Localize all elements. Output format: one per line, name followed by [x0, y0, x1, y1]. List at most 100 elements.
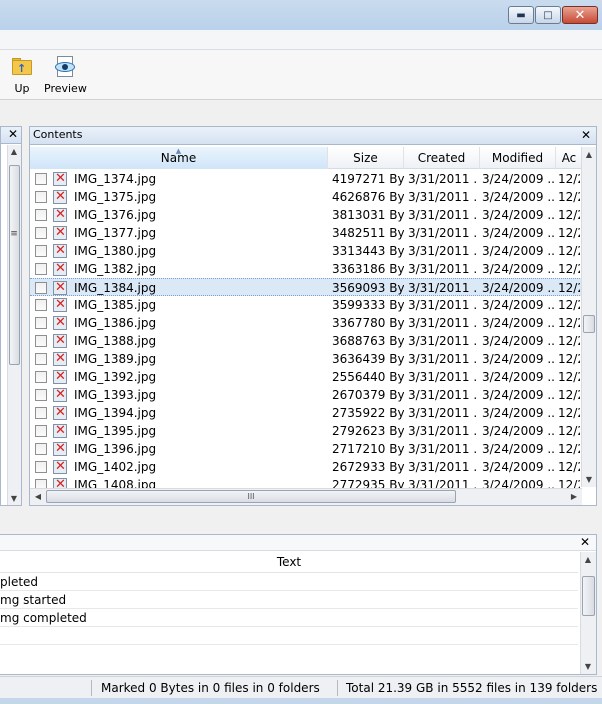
broken-image-icon	[53, 314, 67, 332]
cell-accessed: 12/2	[558, 244, 580, 258]
log-vertical-scrollbar[interactable]: ▲ ▼	[580, 552, 596, 674]
column-modified[interactable]: Modified	[480, 147, 556, 169]
scroll-down-arrow-icon[interactable]: ▼	[582, 662, 594, 671]
table-row[interactable]: IMG_1385.jpg 3599333 By... 3/31/2011 ... 3/…	[30, 296, 582, 314]
cell-size: 3313443 By...	[332, 244, 404, 258]
scroll-down-arrow-icon[interactable]: ▼	[583, 475, 595, 484]
scroll-right-arrow-icon[interactable]: ▶	[568, 492, 580, 501]
contents-hscroll-thumb[interactable]: III	[46, 490, 456, 503]
column-accessed[interactable]: Ac	[556, 147, 582, 169]
close-button[interactable]: ✕	[562, 6, 598, 24]
table-row[interactable]: IMG_1392.jpg 2556440 By... 3/31/2011 ... 3/…	[30, 368, 582, 386]
cell-name: IMG_1392.jpg	[74, 370, 157, 384]
window-bottom-border	[0, 698, 602, 704]
cell-modified: 3/24/2009 ...	[482, 442, 554, 456]
contents-horizontal-scrollbar[interactable]: ◀ III ▶	[30, 488, 582, 505]
log-column-text[interactable]: Text	[0, 551, 578, 573]
tree-scroll-thumb[interactable]	[9, 165, 20, 365]
cell-created: 3/31/2011 ...	[408, 190, 478, 204]
table-row[interactable]: IMG_1388.jpg 3688763 By... 3/31/2011 ... 3/…	[30, 332, 582, 350]
cell-size: 3569093 By...	[332, 281, 404, 295]
row-checkbox[interactable]	[35, 425, 47, 437]
scroll-up-arrow-icon[interactable]: ▲	[8, 147, 20, 156]
table-row[interactable]: IMG_1375.jpg 4626876 By... 3/31/2011 ... 3/…	[30, 188, 582, 206]
cell-modified: 3/24/2009 ...	[482, 281, 554, 295]
cell-name: IMG_1386.jpg	[74, 316, 157, 330]
scroll-down-arrow-icon[interactable]: ▼	[8, 494, 20, 503]
table-row[interactable]: IMG_1382.jpg 3363186 By... 3/31/2011 ... 3/…	[30, 260, 582, 278]
scroll-up-arrow-icon[interactable]: ▲	[582, 555, 594, 564]
log-close-icon[interactable]: ✕	[580, 535, 590, 549]
row-checkbox[interactable]	[35, 461, 47, 473]
table-row[interactable]: IMG_1384.jpg 3569093 By... 3/31/2011 ... 3/…	[30, 278, 582, 297]
minimize-button[interactable]: ▬	[508, 6, 534, 24]
preview-button[interactable]: Preview	[44, 56, 87, 95]
cell-name: IMG_1394.jpg	[74, 406, 157, 420]
row-checkbox[interactable]	[35, 173, 47, 185]
log-row[interactable]: pleted	[0, 573, 578, 591]
table-row[interactable]: IMG_1402.jpg 2672933 By... 3/31/2011 ... 3/…	[30, 458, 582, 476]
row-checkbox[interactable]	[35, 209, 47, 221]
table-row[interactable]: IMG_1376.jpg 3813031 By... 3/31/2011 ... 3/…	[30, 206, 582, 224]
cell-accessed: 12/2	[558, 460, 580, 474]
row-checkbox[interactable]	[35, 263, 47, 275]
table-row[interactable]: IMG_1393.jpg 2670379 By... 3/31/2011 ... 3/…	[30, 386, 582, 404]
window-controls: ▬ □ ✕	[508, 6, 598, 24]
row-checkbox[interactable]	[35, 191, 47, 203]
log-scroll-thumb[interactable]	[582, 576, 595, 616]
table-row[interactable]: IMG_1396.jpg 2717210 By... 3/31/2011 ... 3/…	[30, 440, 582, 458]
cell-name: IMG_1376.jpg	[74, 208, 157, 222]
table-row[interactable]: IMG_1374.jpg 4197271 By... 3/31/2011 ... 3/…	[30, 170, 582, 188]
log-row[interactable]	[0, 627, 578, 645]
log-row[interactable]: mg started	[0, 591, 578, 609]
row-checkbox[interactable]	[35, 407, 47, 419]
cell-modified: 3/24/2009 ...	[482, 226, 554, 240]
cell-size: 2717210 By...	[332, 442, 404, 456]
broken-image-icon	[53, 296, 67, 314]
cell-accessed: 12/2	[558, 262, 580, 276]
contents-scroll-thumb[interactable]	[583, 315, 595, 333]
column-created[interactable]: Created	[404, 147, 480, 169]
row-checkbox[interactable]	[35, 335, 47, 347]
cell-name: IMG_1396.jpg	[74, 442, 157, 456]
table-row[interactable]: IMG_1377.jpg 3482511 By... 3/31/2011 ... 3/…	[30, 224, 582, 242]
table-row[interactable]: IMG_1389.jpg 3636439 By... 3/31/2011 ... 3/…	[30, 350, 582, 368]
row-checkbox[interactable]	[35, 227, 47, 239]
cell-size: 3688763 By...	[332, 334, 404, 348]
column-size[interactable]: Size	[328, 147, 404, 169]
cell-created: 3/31/2011 ...	[408, 388, 478, 402]
row-checkbox[interactable]	[35, 443, 47, 455]
row-checkbox[interactable]	[35, 389, 47, 401]
row-checkbox[interactable]	[35, 282, 47, 294]
contents-close-icon[interactable]: ✕	[581, 127, 591, 143]
maximize-button[interactable]: □	[535, 6, 561, 24]
row-checkbox[interactable]	[35, 353, 47, 365]
cell-created: 3/31/2011 ...	[408, 406, 478, 420]
scroll-left-arrow-icon[interactable]: ◀	[32, 492, 44, 501]
row-checkbox[interactable]	[35, 245, 47, 257]
status-separator	[337, 680, 338, 696]
up-button[interactable]: ↑ Up	[10, 56, 34, 95]
row-checkbox[interactable]	[35, 371, 47, 383]
cell-created: 3/31/2011 ...	[408, 226, 478, 240]
tree-vertical-scrollbar[interactable]: ▲ ≡ ▼	[7, 145, 21, 505]
close-icon: ✕	[574, 7, 586, 23]
row-checkbox[interactable]	[35, 317, 47, 329]
table-row[interactable]: IMG_1386.jpg 3367780 By... 3/31/2011 ... 3/…	[30, 314, 582, 332]
cell-accessed: 12/2	[558, 388, 580, 402]
table-row[interactable]: IMG_1395.jpg 2792623 By... 3/31/2011 ... 3/…	[30, 422, 582, 440]
broken-image-icon	[53, 440, 67, 458]
cell-name: IMG_1380.jpg	[74, 244, 157, 258]
table-row[interactable]: IMG_1380.jpg 3313443 By... 3/31/2011 ... 3/…	[30, 242, 582, 260]
log-row[interactable]: mg completed	[0, 609, 578, 627]
contents-vertical-scrollbar[interactable]: ▲ ▼	[581, 147, 596, 487]
tree-pane-close-icon[interactable]: ✕	[8, 127, 18, 141]
row-checkbox[interactable]	[35, 299, 47, 311]
cell-size: 4197271 By...	[332, 172, 404, 186]
cell-accessed: 12/2	[558, 334, 580, 348]
scroll-up-arrow-icon[interactable]: ▲	[583, 150, 595, 159]
column-name[interactable]: ▲ Name	[30, 147, 328, 169]
table-row[interactable]: IMG_1394.jpg 2735922 By... 3/31/2011 ... 3/…	[30, 404, 582, 422]
contents-pane: Contents ✕ ▲ Name Size Created Modified …	[29, 126, 597, 506]
column-header: ▲ Name Size Created Modified Ac	[30, 147, 582, 169]
